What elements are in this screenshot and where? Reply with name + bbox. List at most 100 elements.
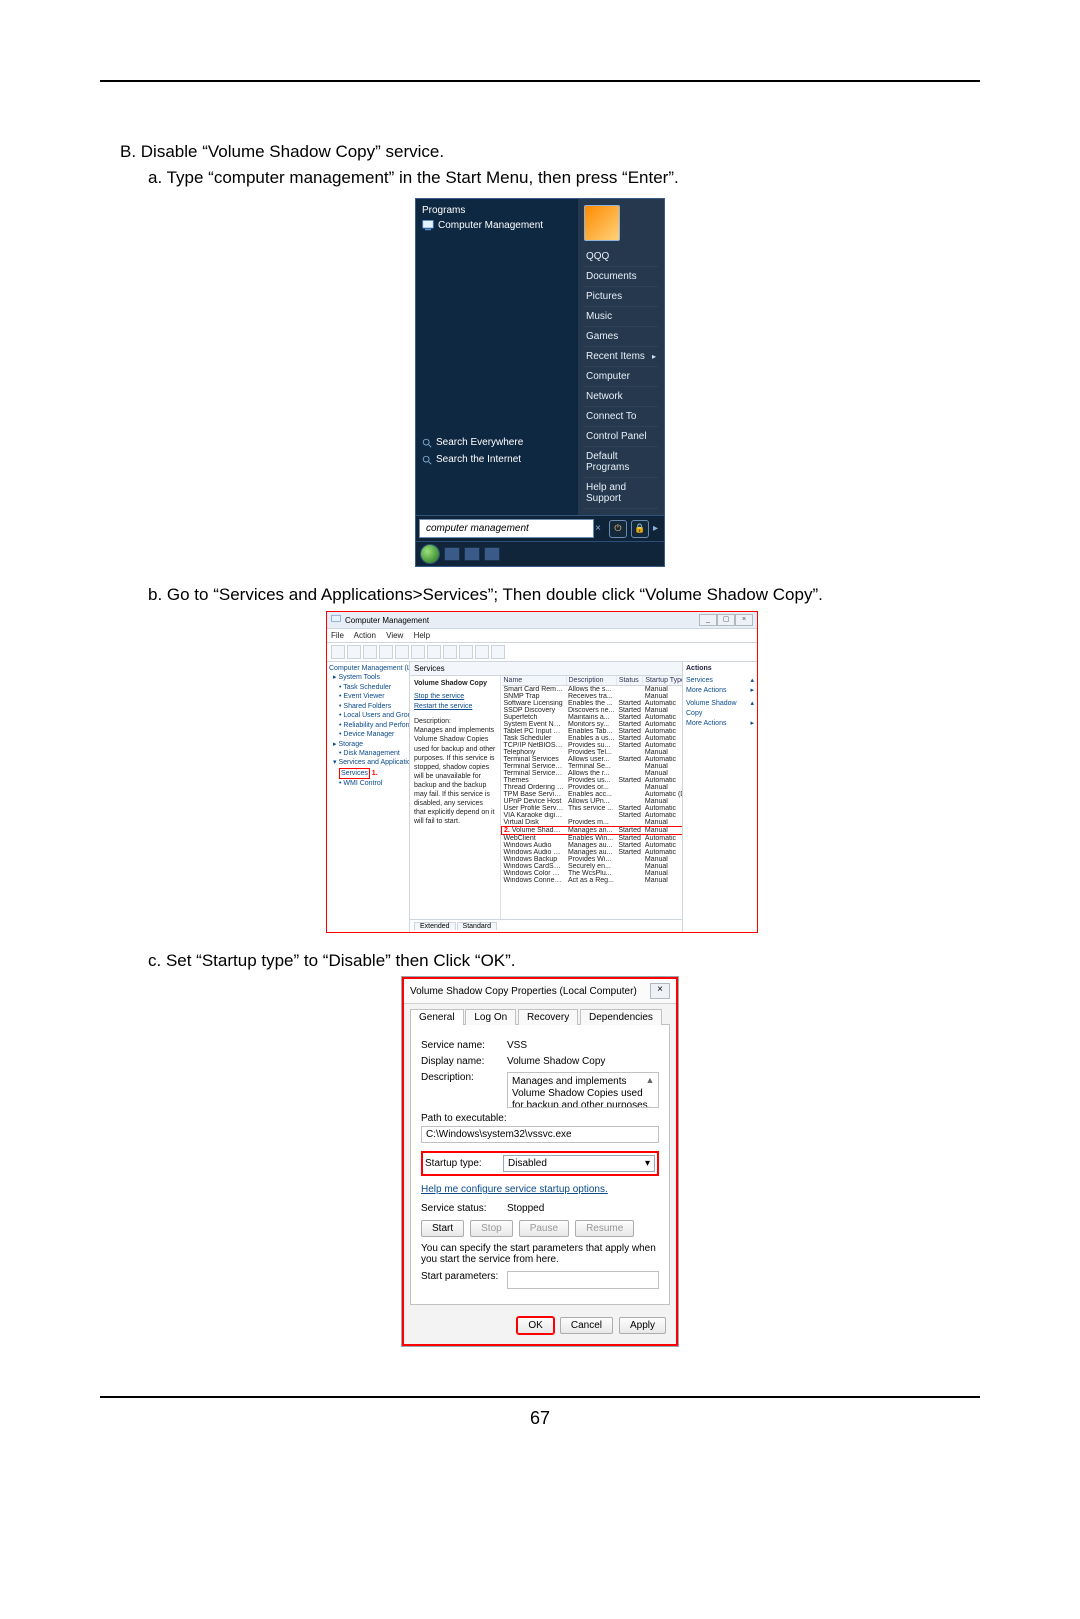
pause-icon[interactable]: [475, 645, 489, 659]
more-actions[interactable]: More Actions▸: [686, 686, 754, 696]
service-row[interactable]: Terminal Services Conf...Terminal Se...M…: [502, 763, 683, 770]
start-menu-item[interactable]: Connect To: [584, 407, 658, 427]
start-orb[interactable]: [420, 544, 440, 564]
column-header[interactable]: Description: [566, 676, 616, 686]
close-button[interactable]: ×: [650, 983, 670, 999]
search-clear-icon[interactable]: ×: [595, 523, 601, 534]
back-button[interactable]: [331, 645, 345, 659]
close-button[interactable]: ×: [735, 614, 753, 626]
services-header: Services: [410, 662, 682, 676]
user-picture[interactable]: [584, 205, 620, 241]
service-row[interactable]: ThemesProvides us...StartedAutomaticLoca…: [502, 777, 683, 784]
service-row[interactable]: Windows AudioManages au...StartedAutomat…: [502, 842, 683, 849]
services-list[interactable]: NameDescriptionStatusStartup TypeLog On …: [500, 676, 682, 919]
forward-button[interactable]: [347, 645, 361, 659]
service-row[interactable]: Smart Card Removal Pol...Allows the s...…: [502, 686, 683, 694]
start-menu-item[interactable]: Help and Support: [584, 478, 658, 509]
start-menu-item[interactable]: Documents: [584, 267, 658, 287]
start-menu-item[interactable]: Pictures: [584, 287, 658, 307]
refresh-icon[interactable]: [395, 645, 409, 659]
power-button[interactable]: ⏻: [609, 520, 627, 538]
more-actions[interactable]: More Actions▸: [686, 719, 754, 729]
service-row[interactable]: User Profile ServiceThis service ...Star…: [502, 805, 683, 812]
description-textbox[interactable]: Manages and implements Volume Shadow Cop…: [507, 1072, 659, 1108]
startup-type-select[interactable]: Disabled ▾: [503, 1155, 655, 1172]
search-everywhere-row[interactable]: Search Everywhere: [422, 434, 572, 451]
column-header[interactable]: Status: [616, 676, 643, 686]
power-menu-arrow[interactable]: ▸: [653, 523, 658, 534]
service-row[interactable]: SSDP DiscoveryDiscovers ne...StartedManu…: [502, 707, 683, 714]
service-row[interactable]: Terminal ServicesAllows user...StartedAu…: [502, 756, 683, 763]
start-menu-item[interactable]: Control Panel: [584, 427, 658, 447]
service-row[interactable]: Task SchedulerEnables a us...StartedAuto…: [502, 735, 683, 742]
service-row[interactable]: TelephonyProvides Tel...ManualNetwor...: [502, 749, 683, 756]
start-menu-item[interactable]: Recent Items▸: [584, 347, 658, 367]
service-row[interactable]: TCP/IP NetBIOS HelperProvides su...Start…: [502, 742, 683, 749]
toolbar-icon[interactable]: [363, 645, 377, 659]
service-row[interactable]: Thread Ordering ServerProvides or...Manu…: [502, 784, 683, 791]
restart-service-link[interactable]: Restart the service: [414, 702, 496, 711]
pause-button[interactable]: Pause: [519, 1220, 569, 1237]
column-header[interactable]: Startup Type: [643, 676, 682, 686]
service-row[interactable]: System Event Notificati...Monitors sy...…: [502, 721, 683, 728]
service-row[interactable]: SNMP TrapReceives tra...ManualLocal S: [502, 693, 683, 700]
play-icon[interactable]: [443, 645, 457, 659]
taskbar-icon[interactable]: [484, 547, 500, 561]
column-header[interactable]: Name: [502, 676, 567, 686]
service-row[interactable]: Virtual DiskProvides m...ManualLocal S: [502, 819, 683, 827]
start-menu-item[interactable]: Network: [584, 387, 658, 407]
service-row[interactable]: Software LicensingEnables the ...Started…: [502, 700, 683, 707]
start-button[interactable]: Start: [421, 1220, 464, 1237]
toolbar-icon[interactable]: [379, 645, 393, 659]
service-row[interactable]: 2.Volume Shadow CopyManages an...Started…: [502, 827, 683, 835]
service-row[interactable]: SuperfetchMaintains a...StartedAutomatic…: [502, 714, 683, 721]
view-tabs[interactable]: Extended Standard: [410, 919, 682, 932]
start-menu-item[interactable]: Default Programs: [584, 447, 658, 478]
apply-button[interactable]: Apply: [619, 1317, 666, 1334]
resume-button[interactable]: Resume: [575, 1220, 634, 1237]
service-row[interactable]: Terminal Services User...Allows the r...…: [502, 770, 683, 777]
dialog-tabs[interactable]: General Log On Recovery Dependencies: [404, 1004, 676, 1024]
program-item-computer-management[interactable]: Computer Management: [422, 216, 572, 234]
search-everywhere-label: Search Everywhere: [436, 437, 523, 448]
nav-tree[interactable]: Computer Management (Local) ▸ System Too…: [327, 662, 410, 932]
cancel-button[interactable]: Cancel: [560, 1317, 613, 1334]
service-row[interactable]: Windows Audio Endpoi...Manages au...Star…: [502, 849, 683, 856]
stop-icon[interactable]: [459, 645, 473, 659]
startup-help-link[interactable]: Help me configure service startup option…: [421, 1184, 659, 1195]
toolbar-icon[interactable]: [427, 645, 441, 659]
maximize-button[interactable]: ▢: [717, 614, 735, 626]
annotation-1: 1.: [372, 770, 378, 777]
service-row[interactable]: Windows Connect Now...Act as a Reg...Man…: [502, 877, 683, 884]
stop-button[interactable]: Stop: [470, 1220, 513, 1237]
taskbar-icon[interactable]: [444, 547, 460, 561]
services-tree-node[interactable]: Services: [339, 768, 370, 779]
ok-button[interactable]: OK: [517, 1317, 553, 1334]
scroll-up-icon[interactable]: ▲: [644, 1075, 656, 1086]
user-name-label[interactable]: QQQ: [584, 247, 658, 267]
service-row[interactable]: Windows BackupProvides Wi...ManualLocal …: [502, 856, 683, 863]
service-row[interactable]: Tablet PC Input ServiceEnables Tab...Sta…: [502, 728, 683, 735]
service-name-label: Service name:: [421, 1040, 499, 1051]
toolbar-icon[interactable]: [411, 645, 425, 659]
search-icon: [422, 455, 432, 465]
minimize-button[interactable]: _: [699, 614, 717, 626]
start-search-input[interactable]: computer management: [419, 519, 594, 538]
service-row[interactable]: VIA Karaoke digital mix...StartedAutomat…: [502, 812, 683, 819]
search-internet-row[interactable]: Search the Internet: [422, 451, 572, 468]
service-row[interactable]: Windows CardSpaceSecurely en...ManualLoc…: [502, 863, 683, 870]
start-menu-item[interactable]: Games: [584, 327, 658, 347]
menu-bar[interactable]: File Action View Help: [327, 629, 757, 643]
service-row[interactable]: WebClientEnables Win...StartedAutomaticL…: [502, 835, 683, 843]
service-row[interactable]: Windows Color SystemThe WcsPlu...ManualL…: [502, 870, 683, 877]
toolbar[interactable]: [327, 643, 757, 662]
service-row[interactable]: TPM Base ServicesEnables acc...Automatic…: [502, 791, 683, 798]
taskbar-icon[interactable]: [464, 547, 480, 561]
stop-service-link[interactable]: Stop the service: [414, 692, 496, 701]
start-menu-item[interactable]: Music: [584, 307, 658, 327]
restart-icon[interactable]: [491, 645, 505, 659]
start-menu-item[interactable]: Computer: [584, 367, 658, 387]
start-params-input[interactable]: [507, 1271, 659, 1289]
service-row[interactable]: UPnP Device HostAllows UPn...ManualLocal…: [502, 798, 683, 805]
lock-button[interactable]: 🔒: [631, 520, 649, 538]
